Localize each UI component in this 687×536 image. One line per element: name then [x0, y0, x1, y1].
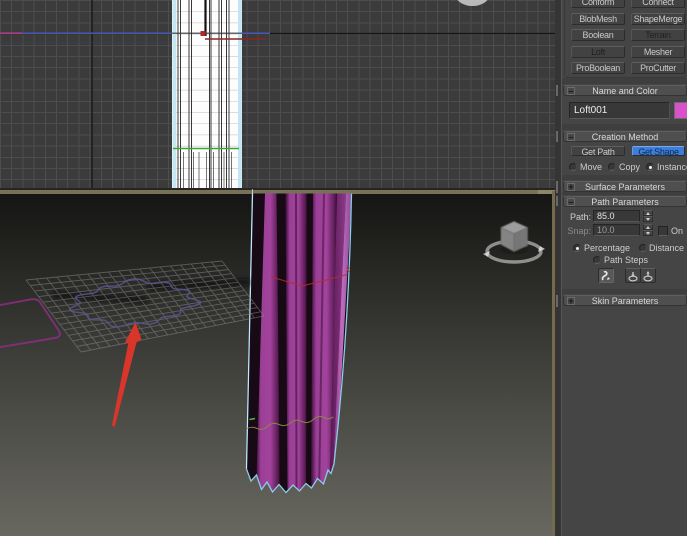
svg-text:x: x [346, 265, 350, 274]
